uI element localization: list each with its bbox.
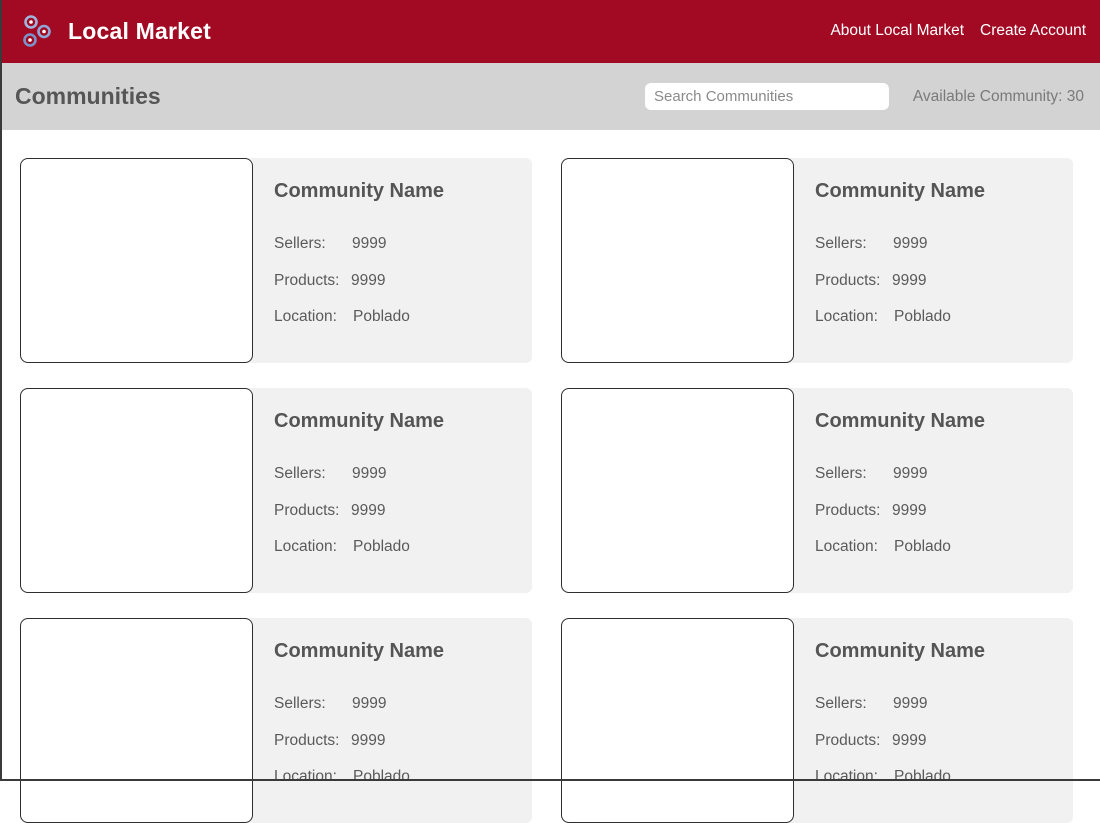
products-row: Products: 9999 [815,501,926,521]
top-navigation-bar: Local Market About Local Market Create A… [0,0,1100,63]
location-row: Location: Poblado [815,537,951,557]
products-label: Products: [815,502,881,519]
sellers-value: 9999 [352,235,387,252]
products-label: Products: [274,502,340,519]
location-row: Location: Poblado [274,537,410,557]
location-label: Location: [815,538,878,555]
page-title: Communities [15,83,161,109]
location-value: Poblado [894,538,951,555]
community-image-placeholder[interactable] [561,618,794,823]
location-value: Poblado [894,768,951,785]
community-card[interactable]: Community Name Sellers: 9999 Products: 9… [561,388,1073,593]
products-row: Products: 9999 [815,271,926,291]
products-row: Products: 9999 [274,271,385,291]
sellers-row: Sellers: 9999 [274,694,386,714]
location-value: Poblado [353,308,410,325]
about-link[interactable]: About Local Market [830,20,964,42]
sellers-value: 9999 [352,465,387,482]
community-name[interactable]: Community Name [815,638,985,664]
community-name[interactable]: Community Name [815,178,985,204]
products-row: Products: 9999 [815,731,926,751]
brand-name[interactable]: Local Market [68,16,211,46]
sellers-row: Sellers: 9999 [274,464,386,484]
top-nav-links: About Local Market Create Account [830,20,1086,42]
community-image-placeholder[interactable] [20,158,253,363]
location-row: Location: Poblado [815,767,951,787]
sellers-label: Sellers: [815,465,867,482]
location-label: Location: [274,308,337,325]
community-name[interactable]: Community Name [274,408,444,434]
location-label: Location: [274,538,337,555]
location-row: Location: Poblado [274,307,410,327]
sellers-label: Sellers: [815,695,867,712]
sellers-label: Sellers: [815,235,867,252]
location-label: Location: [815,308,878,325]
available-community-count: Available Community: 30 [912,88,1084,105]
products-row: Products: 9999 [274,731,385,751]
products-value: 9999 [892,272,927,289]
sellers-value: 9999 [893,235,928,252]
products-value: 9999 [351,502,386,519]
location-value: Poblado [894,308,951,325]
community-card[interactable]: Community Name Sellers: 9999 Products: 9… [20,388,532,593]
sellers-row: Sellers: 9999 [274,234,386,254]
interlinked-circles-logo-icon[interactable] [20,13,56,49]
location-row: Location: Poblado [274,767,410,787]
sellers-label: Sellers: [274,465,326,482]
products-label: Products: [815,272,881,289]
products-value: 9999 [351,732,386,749]
location-label: Location: [815,768,878,785]
sellers-row: Sellers: 9999 [815,464,927,484]
location-label: Location: [274,768,337,785]
community-name[interactable]: Community Name [815,408,985,434]
community-card[interactable]: Community Name Sellers: 9999 Products: 9… [20,158,532,363]
community-card[interactable]: Community Name Sellers: 9999 Products: 9… [561,158,1073,363]
community-name[interactable]: Community Name [274,638,444,664]
sellers-label: Sellers: [274,235,326,252]
community-image-placeholder[interactable] [561,158,794,363]
location-value: Poblado [353,538,410,555]
location-row: Location: Poblado [815,307,951,327]
sellers-value: 9999 [893,465,928,482]
sellers-row: Sellers: 9999 [815,234,927,254]
products-label: Products: [815,732,881,749]
sellers-value: 9999 [893,695,928,712]
products-label: Products: [274,272,340,289]
community-image-placeholder[interactable] [20,618,253,823]
community-image-placeholder[interactable] [20,388,253,593]
communities-header-bar: Communities Available Community: 30 [0,63,1100,130]
products-row: Products: 9999 [274,501,385,521]
sellers-row: Sellers: 9999 [815,694,927,714]
sellers-label: Sellers: [274,695,326,712]
search-input[interactable] [645,83,889,110]
community-name[interactable]: Community Name [274,178,444,204]
location-value: Poblado [353,768,410,785]
products-value: 9999 [892,732,927,749]
community-card[interactable]: Community Name Sellers: 9999 Products: 9… [561,618,1073,823]
community-card-grid: Community Name Sellers: 9999 Products: 9… [0,130,1100,823]
products-value: 9999 [892,502,927,519]
products-value: 9999 [351,272,386,289]
create-account-link[interactable]: Create Account [980,20,1086,42]
products-label: Products: [274,732,340,749]
community-card[interactable]: Community Name Sellers: 9999 Products: 9… [20,618,532,823]
sellers-value: 9999 [352,695,387,712]
community-image-placeholder[interactable] [561,388,794,593]
